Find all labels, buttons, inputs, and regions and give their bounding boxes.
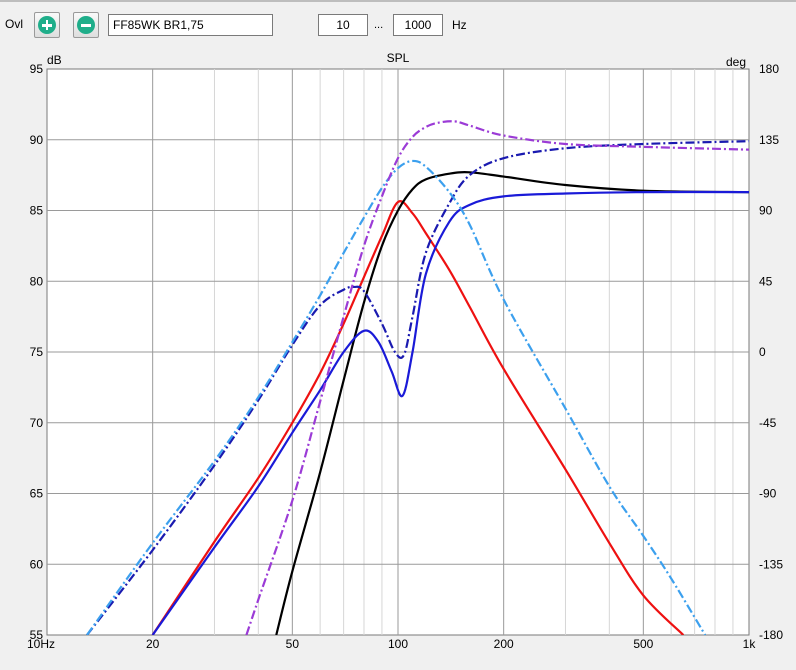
chart-title: SPL [387, 51, 410, 65]
spl-chart: 10Hz 20 50 100 200 500 1k556065707580859095-18… [27, 51, 783, 651]
range-separator: ... [374, 19, 384, 31]
remove-overlay-button[interactable] [73, 12, 99, 38]
y2-tick-label: 45 [759, 274, 773, 288]
preset-name-field[interactable] [108, 14, 273, 36]
minus-icon [77, 16, 95, 34]
y2-tick-label: 180 [759, 62, 779, 76]
y2-axis-label: deg [726, 55, 746, 69]
y2-tick-label: 90 [759, 204, 773, 218]
toolbar: Ovl ... Hz [0, 0, 796, 44]
y-tick-label: 85 [30, 204, 44, 218]
y-tick-label: 70 [30, 416, 44, 430]
y-tick-label: 55 [30, 628, 44, 642]
freq-min-field[interactable] [318, 14, 368, 36]
y2-tick-label: -135 [759, 557, 783, 571]
overlay-label: Ovl [5, 17, 23, 31]
y-tick-label: 90 [30, 133, 44, 147]
x-tick-label: 100 [388, 637, 408, 651]
x-tick-label: 200 [494, 637, 514, 651]
plus-icon [38, 16, 56, 34]
freq-unit-label: Hz [452, 18, 467, 32]
y-tick-label: 60 [30, 557, 44, 571]
x-tick-label: 500 [633, 637, 653, 651]
y2-tick-label: -180 [759, 628, 783, 642]
chart-area: 10Hz 20 50 100 200 500 1k 55 60 65 70 75 80 85 90 95 -18… [0, 44, 796, 665]
freq-max-field[interactable] [393, 14, 443, 36]
x-tick-label: 1k [743, 637, 757, 651]
x-tick-label: 50 [286, 637, 300, 651]
x-tick-label: 20 [146, 637, 160, 651]
y-tick-label: 80 [30, 274, 44, 288]
y-tick-label: 95 [30, 62, 44, 76]
y-tick-label: 65 [30, 487, 44, 501]
y2-tick-label: -90 [759, 487, 777, 501]
y-tick-label: 75 [30, 345, 44, 359]
y2-tick-label: -45 [759, 416, 777, 430]
y2-tick-label: 0 [759, 345, 766, 359]
y-axis-label: dB [47, 53, 62, 67]
add-overlay-button[interactable] [34, 12, 60, 38]
y2-tick-label: 135 [759, 133, 779, 147]
